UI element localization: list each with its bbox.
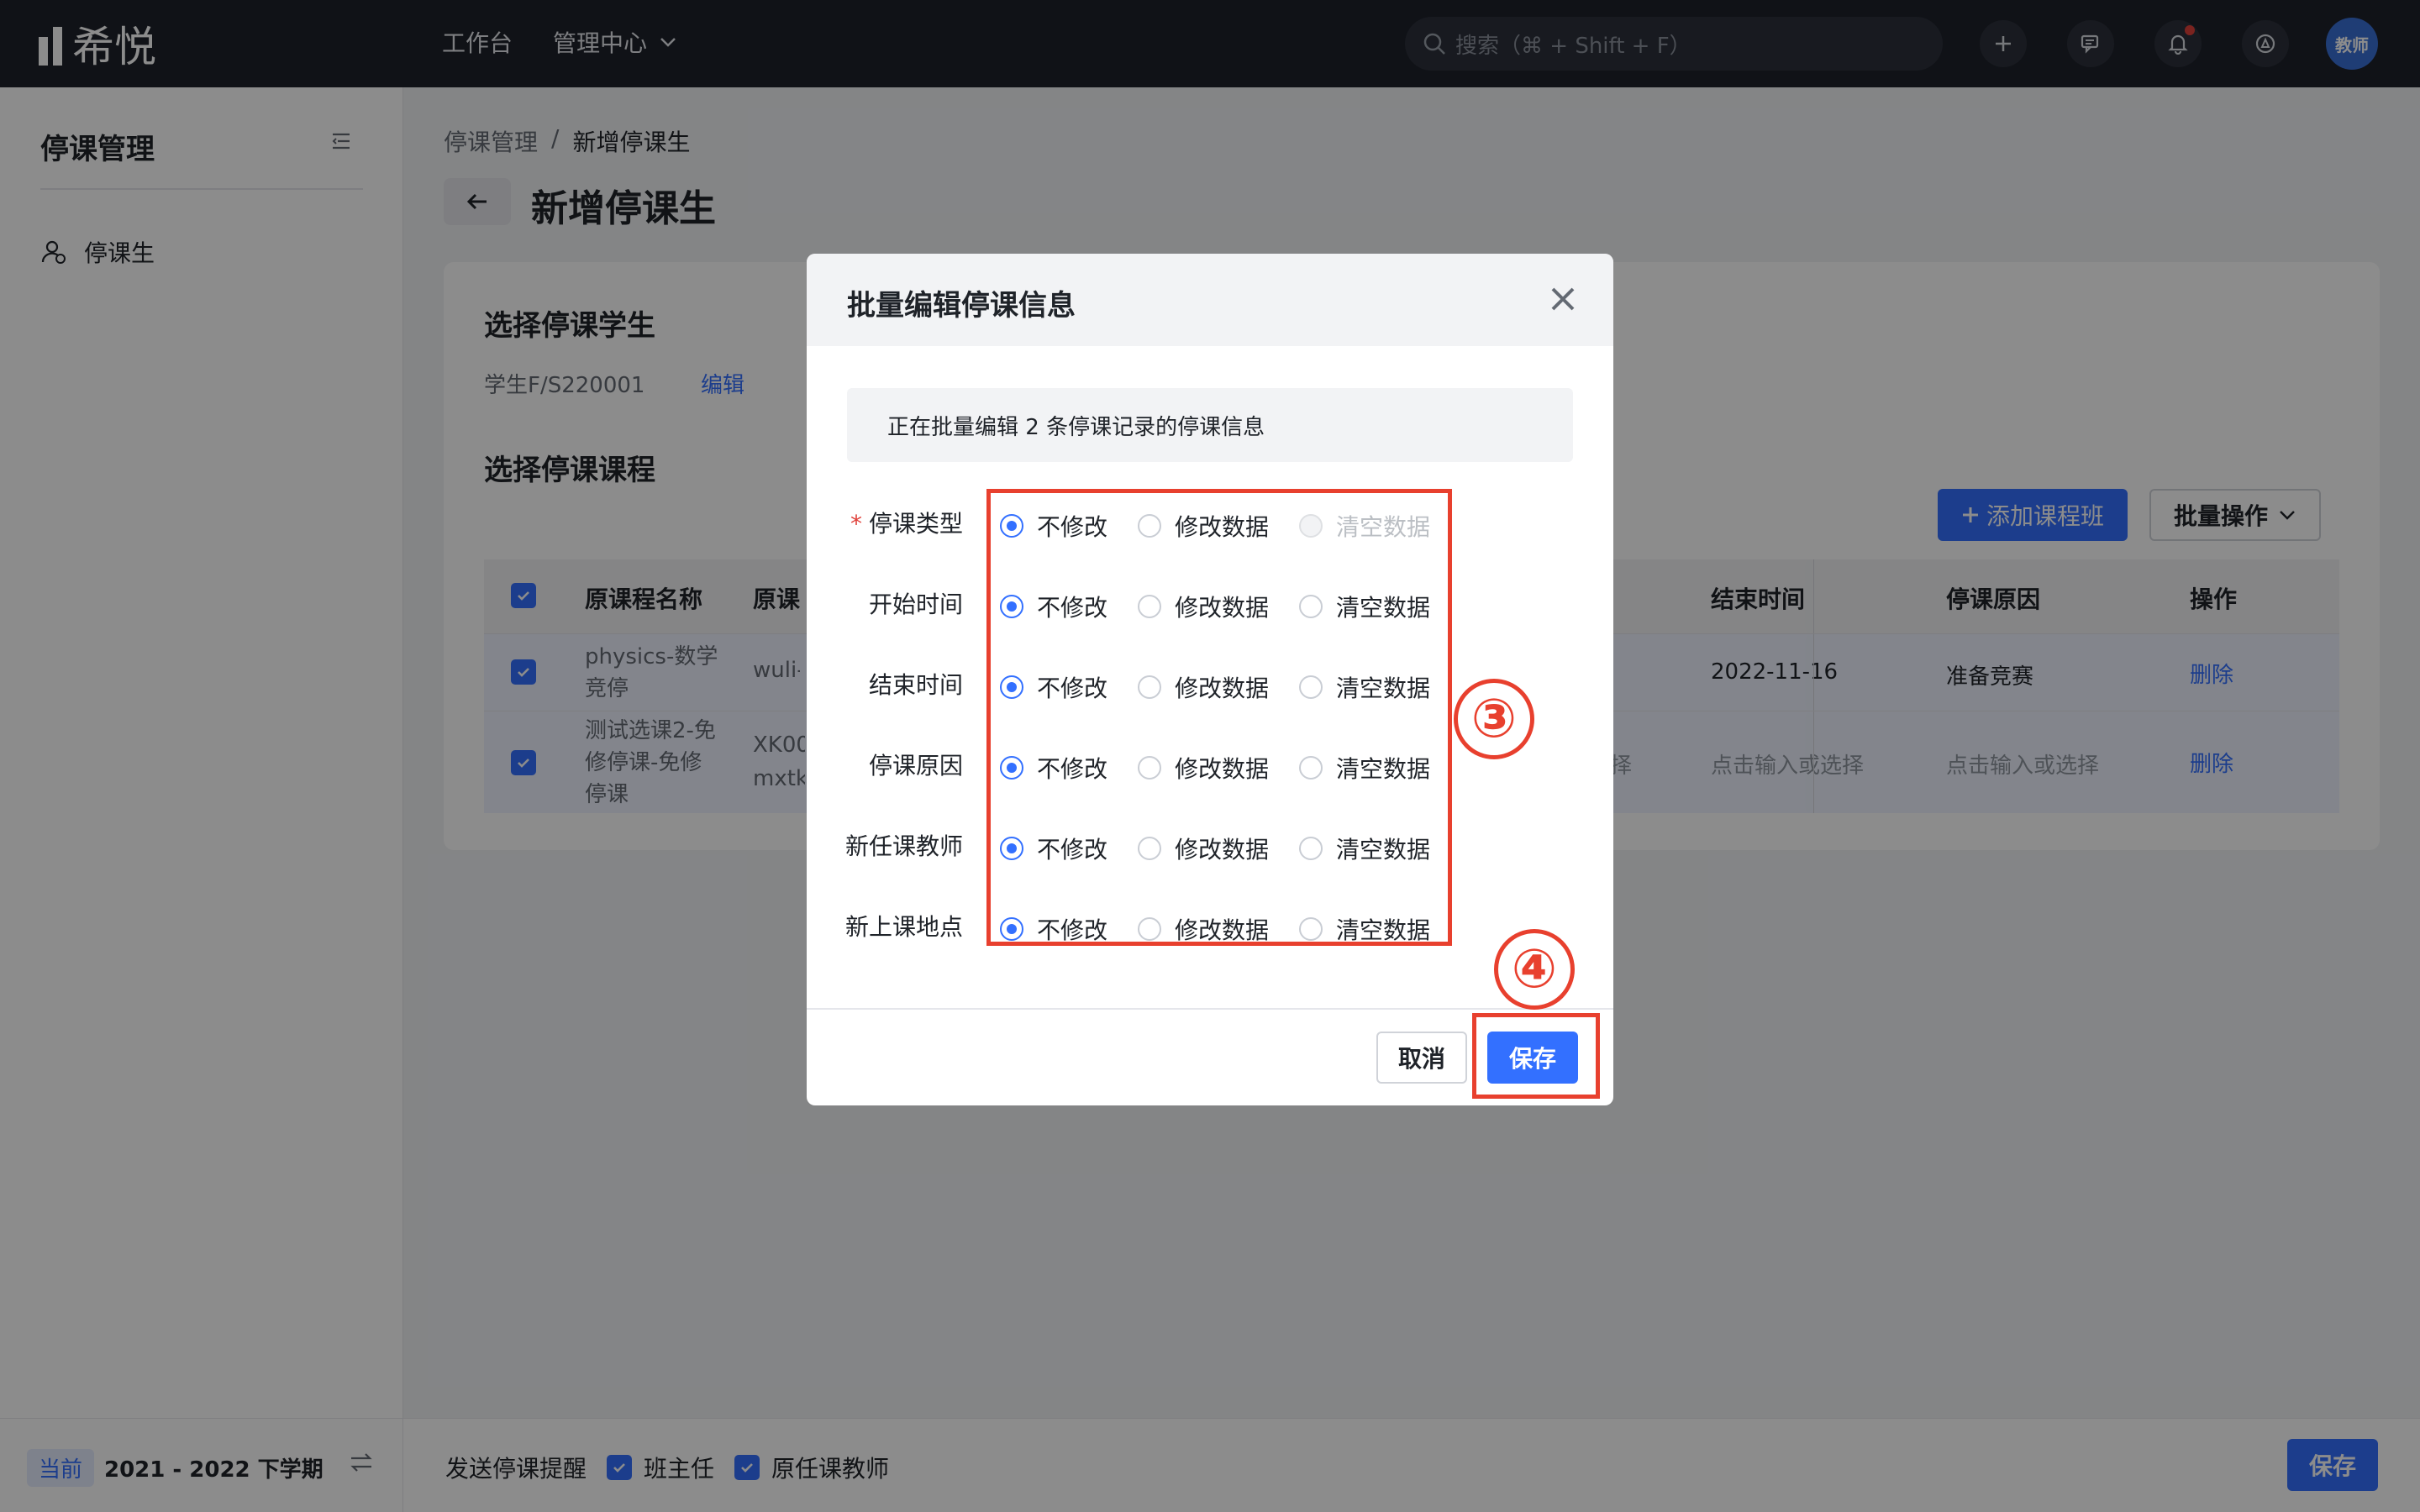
annotation-box-save (1472, 1013, 1600, 1099)
form-label-text: 开始时间 (868, 591, 963, 618)
form-label-text: 结束时间 (868, 671, 963, 699)
form-label-text: 新任课教师 (844, 832, 963, 860)
form-label: 结束时间 (869, 667, 963, 701)
annotation-step-4: ④ (1494, 929, 1575, 1010)
dialog-title: 批量编辑停课信息 (847, 289, 1076, 323)
close-dialog-button[interactable] (1546, 282, 1580, 319)
required-mark: * (850, 510, 862, 538)
form-label-text: 新上课地点 (844, 913, 963, 941)
annotation-step-3: ③ (1454, 679, 1534, 759)
close-icon (1551, 287, 1575, 311)
form-label: 新上课地点 (845, 909, 963, 942)
form-label-text: 停课类型 (868, 510, 963, 538)
form-label: 开始时间 (869, 586, 963, 620)
cancel-button[interactable]: 取消 (1376, 1032, 1467, 1084)
form-label: 停课原因 (869, 748, 963, 781)
form-label: 新任课教师 (845, 828, 963, 862)
bulk-edit-notice: 正在批量编辑 2 条停课记录的停课信息 (847, 388, 1573, 462)
annotation-box-radios (986, 489, 1452, 946)
form-label-text: 停课原因 (868, 752, 963, 780)
form-label: * 停课类型 (850, 506, 963, 539)
dialog-header: 批量编辑停课信息 (807, 254, 1613, 346)
